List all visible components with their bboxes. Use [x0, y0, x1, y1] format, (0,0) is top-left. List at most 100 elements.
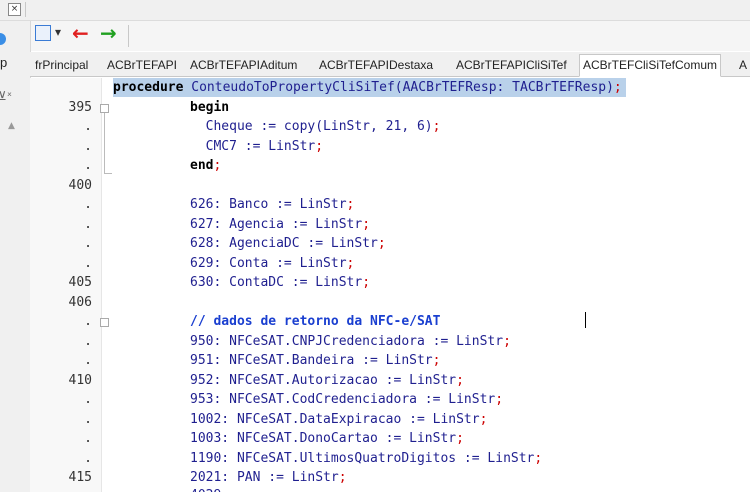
tab-acbrtefclisitefcomum[interactable]: ACBrTEFCliSiTefComum: [579, 54, 722, 77]
blue-circle-icon[interactable]: [0, 33, 6, 45]
code-line[interactable]: 629: Conta := LinStr;: [190, 254, 354, 273]
line-number: .: [84, 119, 92, 134]
line-number: .: [84, 236, 92, 251]
editor-tabs: frPrincipal ACBrTEFAPI ACBrTEFAPIAditum …: [30, 52, 750, 77]
semicolon: ;: [456, 431, 464, 446]
line-number: 415: [68, 470, 92, 485]
code-line[interactable]: 627: Agencia := LinStr;: [190, 215, 370, 234]
semicolon: ;: [362, 275, 371, 290]
keyword: procedure: [113, 80, 184, 95]
code-line[interactable]: 953: NFCeSAT.CodCredenciadora := LinStr;: [190, 390, 503, 409]
semicolon: ;: [613, 80, 622, 95]
line-number: 406: [68, 295, 92, 310]
line-number: .: [84, 392, 92, 407]
line-number: .: [84, 197, 92, 212]
code-text: 1002: NFCeSAT.DataExpiracao := LinStr: [190, 412, 480, 427]
semicolon: ;: [456, 373, 464, 388]
back-arrow-icon[interactable]: ←: [72, 21, 89, 45]
semicolon: ;: [346, 256, 355, 271]
code-text: 4029: [190, 488, 221, 492]
semicolon: ;: [338, 470, 347, 485]
semicolon: ;: [479, 412, 488, 427]
tab-partial[interactable]: A: [736, 55, 750, 75]
code-text: 953: NFCeSAT.CodCredenciadora := LinStr: [190, 392, 496, 407]
code-line-comment[interactable]: // dados de retorno da NFC-e/SAT: [190, 312, 440, 331]
tab-acbrtefapidestaxa[interactable]: ACBrTEFAPIDestaxa: [316, 55, 436, 75]
fold-guide: [104, 113, 105, 173]
keyword: end: [190, 158, 214, 173]
fold-toggle-icon[interactable]: [100, 104, 109, 113]
code-text: 626: Banco := LinStr: [190, 197, 347, 212]
code-line[interactable]: end;: [190, 156, 221, 175]
code-text: 629: Conta := LinStr: [190, 256, 347, 271]
tab-frprincipal[interactable]: frPrincipal: [32, 55, 91, 75]
comment: // dados de retorno da NFC-e/SAT: [190, 314, 441, 329]
top-toolbar: ×: [0, 0, 750, 21]
scroll-up-icon[interactable]: ▲: [8, 121, 15, 131]
line-number: .: [84, 139, 92, 154]
code-text: 1190: NFCeSAT.UltimosQuatroDigitos := Li…: [190, 451, 535, 466]
code-text: 628: AgenciaDC := LinStr: [190, 236, 378, 251]
code-line[interactable]: 2021: PAN := LinStr;: [190, 468, 347, 487]
semicolon: ;: [213, 158, 222, 173]
line-number: .: [84, 158, 92, 173]
semicolon: ;: [432, 119, 441, 134]
code-line[interactable]: 951: NFCeSAT.Bandeira := LinStr;: [190, 351, 440, 370]
code-text: 627: Agencia := LinStr: [190, 217, 363, 232]
close-icon[interactable]: ×: [8, 3, 21, 16]
code-text: CMC7 := LinStr: [190, 139, 316, 154]
code-text: ConteudoToPropertyCliSiTef(AACBrTEFResp:…: [183, 80, 614, 95]
fold-toggle-icon[interactable]: [100, 318, 109, 327]
line-number: 400: [68, 178, 92, 193]
code-line[interactable]: 1003: NFCeSAT.DonoCartao := LinStr;: [190, 429, 464, 448]
code-line[interactable]: 628: AgenciaDC := LinStr;: [190, 234, 386, 253]
list-icon[interactable]: [35, 25, 51, 41]
fold-guide-end: [104, 173, 112, 174]
left-panel: p ⊻ˣ ▲: [0, 21, 31, 492]
tab-acbrtefapi[interactable]: ACBrTEFAPI: [104, 55, 180, 75]
keyword: begin: [190, 100, 230, 115]
code-line[interactable]: 1190: NFCeSAT.UltimosQuatroDigitos := Li…: [190, 449, 542, 468]
toolbar-separator: [25, 2, 26, 17]
semicolon: ;: [377, 236, 386, 251]
code-line[interactable]: begin: [190, 98, 229, 117]
line-number: .: [84, 314, 92, 329]
line-number: .: [84, 412, 92, 427]
line-number: .: [84, 353, 92, 368]
code-text: 950: NFCeSAT.CNPJCredenciadora := LinStr: [190, 334, 504, 349]
line-number: .: [84, 256, 92, 271]
semicolon: ;: [432, 353, 441, 368]
code-line[interactable]: 1002: NFCeSAT.DataExpiracao := LinStr;: [190, 410, 487, 429]
semicolon: ;: [495, 392, 504, 407]
semicolon: ;: [503, 334, 511, 349]
semicolon: ;: [362, 217, 371, 232]
code-text: 630: ContaDC := LinStr: [190, 275, 363, 290]
forward-arrow-icon[interactable]: →: [100, 21, 117, 45]
code-line-partial[interactable]: 4029: [190, 486, 221, 492]
code-text: 952: NFCeSAT.Autorizacao := LinStr: [190, 373, 457, 388]
semicolon: ;: [346, 197, 355, 212]
line-number: 395: [68, 100, 92, 115]
line-number: 410: [68, 373, 92, 388]
line-number: .: [84, 217, 92, 232]
toolbar-separator: [128, 25, 129, 47]
semicolon: ;: [534, 451, 543, 466]
code-line[interactable]: 626: Banco := LinStr;: [190, 195, 354, 214]
code-line[interactable]: 952: NFCeSAT.Autorizacao := LinStr;: [190, 371, 464, 390]
dropdown-icon[interactable]: ▾: [55, 25, 61, 39]
code-line[interactable]: Cheque := copy(LinStr, 21, 6);: [190, 117, 441, 136]
code-text: Cheque := copy(LinStr, 21, 6): [190, 119, 433, 134]
code-line[interactable]: CMC7 := LinStr;: [190, 137, 323, 156]
line-number: .: [84, 334, 92, 349]
text-caret: [585, 312, 586, 328]
line-number: .: [84, 451, 92, 466]
code-line[interactable]: 950: NFCeSAT.CNPJCredenciadora := LinStr…: [190, 332, 511, 351]
tab-acbrtefapiaditum[interactable]: ACBrTEFAPIAditum: [187, 55, 300, 75]
code-line[interactable]: 630: ContaDC := LinStr;: [190, 273, 370, 292]
tab-acbrtefapiclisitef[interactable]: ACBrTEFAPICliSiTef: [453, 55, 570, 75]
code-text: 2021: PAN := LinStr: [190, 470, 339, 485]
code-text: 951: NFCeSAT.Bandeira := LinStr: [190, 353, 433, 368]
filter-clear-icon[interactable]: ⊻ˣ: [0, 89, 12, 103]
semicolon: ;: [315, 139, 324, 154]
code-line-procedure[interactable]: procedure ConteudoToPropertyCliSiTef(AAC…: [113, 78, 626, 97]
